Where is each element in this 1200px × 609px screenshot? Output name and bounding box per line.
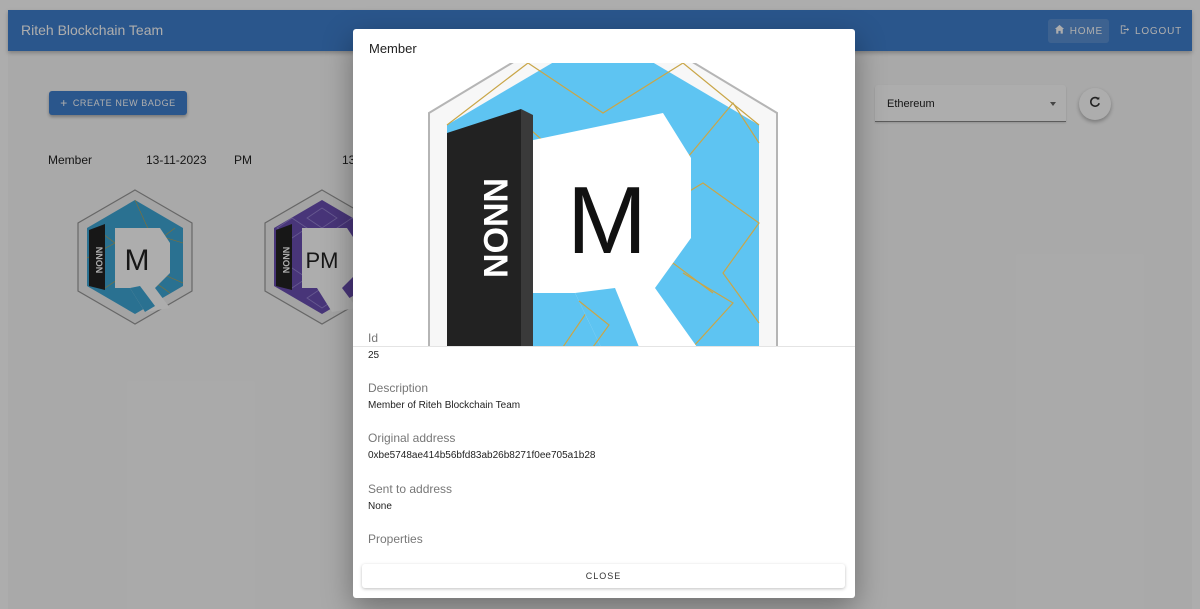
field-id: Id 25 — [368, 331, 379, 361]
dialog-title: Member — [369, 41, 417, 56]
field-sent-to-address-value: None — [368, 501, 392, 512]
field-sent-to-address: Sent to address None — [368, 482, 452, 512]
close-button[interactable]: CLOSE — [362, 564, 845, 588]
field-properties-label: Properties — [368, 532, 423, 546]
badge-image: NNON M — [353, 63, 855, 347]
field-sent-to-address-label: Sent to address — [368, 482, 453, 496]
field-description-value: Member of Riteh Blockchain Team — [368, 400, 521, 411]
field-description: Description Member of Riteh Blockchain T… — [368, 381, 520, 411]
field-original-address-value: 0xbe5748ae414b56bfd83ab26b8271f0ee705a1b… — [368, 450, 596, 461]
badge-side-text: NNON — [476, 178, 514, 278]
field-id-label: Id — [368, 331, 379, 345]
field-original-address: Original address 0xbe5748ae414b56bfd83ab… — [368, 431, 595, 461]
field-original-address-label: Original address — [368, 431, 456, 445]
badge-letter: M — [567, 167, 647, 274]
field-id-value: 25 — [368, 350, 380, 361]
badge-detail-dialog: Member NNON M Id 25 Description Member o… — [353, 29, 855, 598]
field-description-label: Description — [368, 381, 429, 395]
field-properties: Properties — [368, 532, 423, 546]
